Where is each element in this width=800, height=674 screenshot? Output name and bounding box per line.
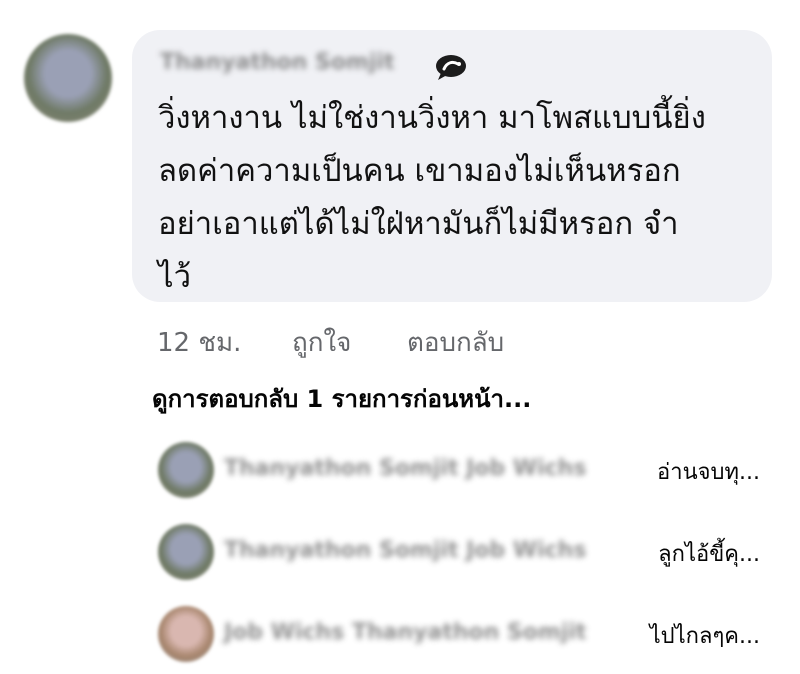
reply-snippet: ไปไกลๆค... <box>649 624 760 649</box>
reply-author-name[interactable]: Thanyathon Somjit Job Wichs <box>224 456 586 481</box>
comment-text: วิ่งหางาน ไม่ใช่งานวิ่งหา มาโพสแบบนี้ยิ่… <box>158 100 706 295</box>
reply-item[interactable]: Thanyathon Somjit Job Wichs อ่านจบทุ... <box>150 440 780 500</box>
commenter-avatar[interactable] <box>24 34 112 122</box>
reply-button[interactable]: ตอบกลับ <box>407 322 504 363</box>
reply-avatar[interactable] <box>158 524 214 580</box>
reply-item[interactable]: Job Wichs Thanyathon Somjit ไปไกลๆค... <box>150 604 780 664</box>
reply-avatar[interactable] <box>158 442 214 498</box>
comment-author-name[interactable]: Thanyathon Somjit <box>160 50 394 75</box>
comment-bubble-icon <box>436 55 466 80</box>
reply-author-name[interactable]: Job Wichs Thanyathon Somjit <box>224 620 586 645</box>
view-previous-replies-link[interactable]: ดูการตอบกลับ 1 รายการก่อนหน้า... <box>152 379 531 418</box>
reply-snippet: ลูกไอ้ขี้คุ... <box>658 542 760 567</box>
reply-author-name[interactable]: Thanyathon Somjit Job Wichs <box>224 538 586 563</box>
like-button[interactable]: ถูกใจ <box>292 322 351 363</box>
reply-item[interactable]: Thanyathon Somjit Job Wichs ลูกไอ้ขี้คุ.… <box>150 522 780 582</box>
comment-timestamp: 12 ชม. <box>157 328 242 358</box>
reply-avatar[interactable] <box>158 606 214 662</box>
reply-snippet: อ่านจบทุ... <box>657 460 760 485</box>
